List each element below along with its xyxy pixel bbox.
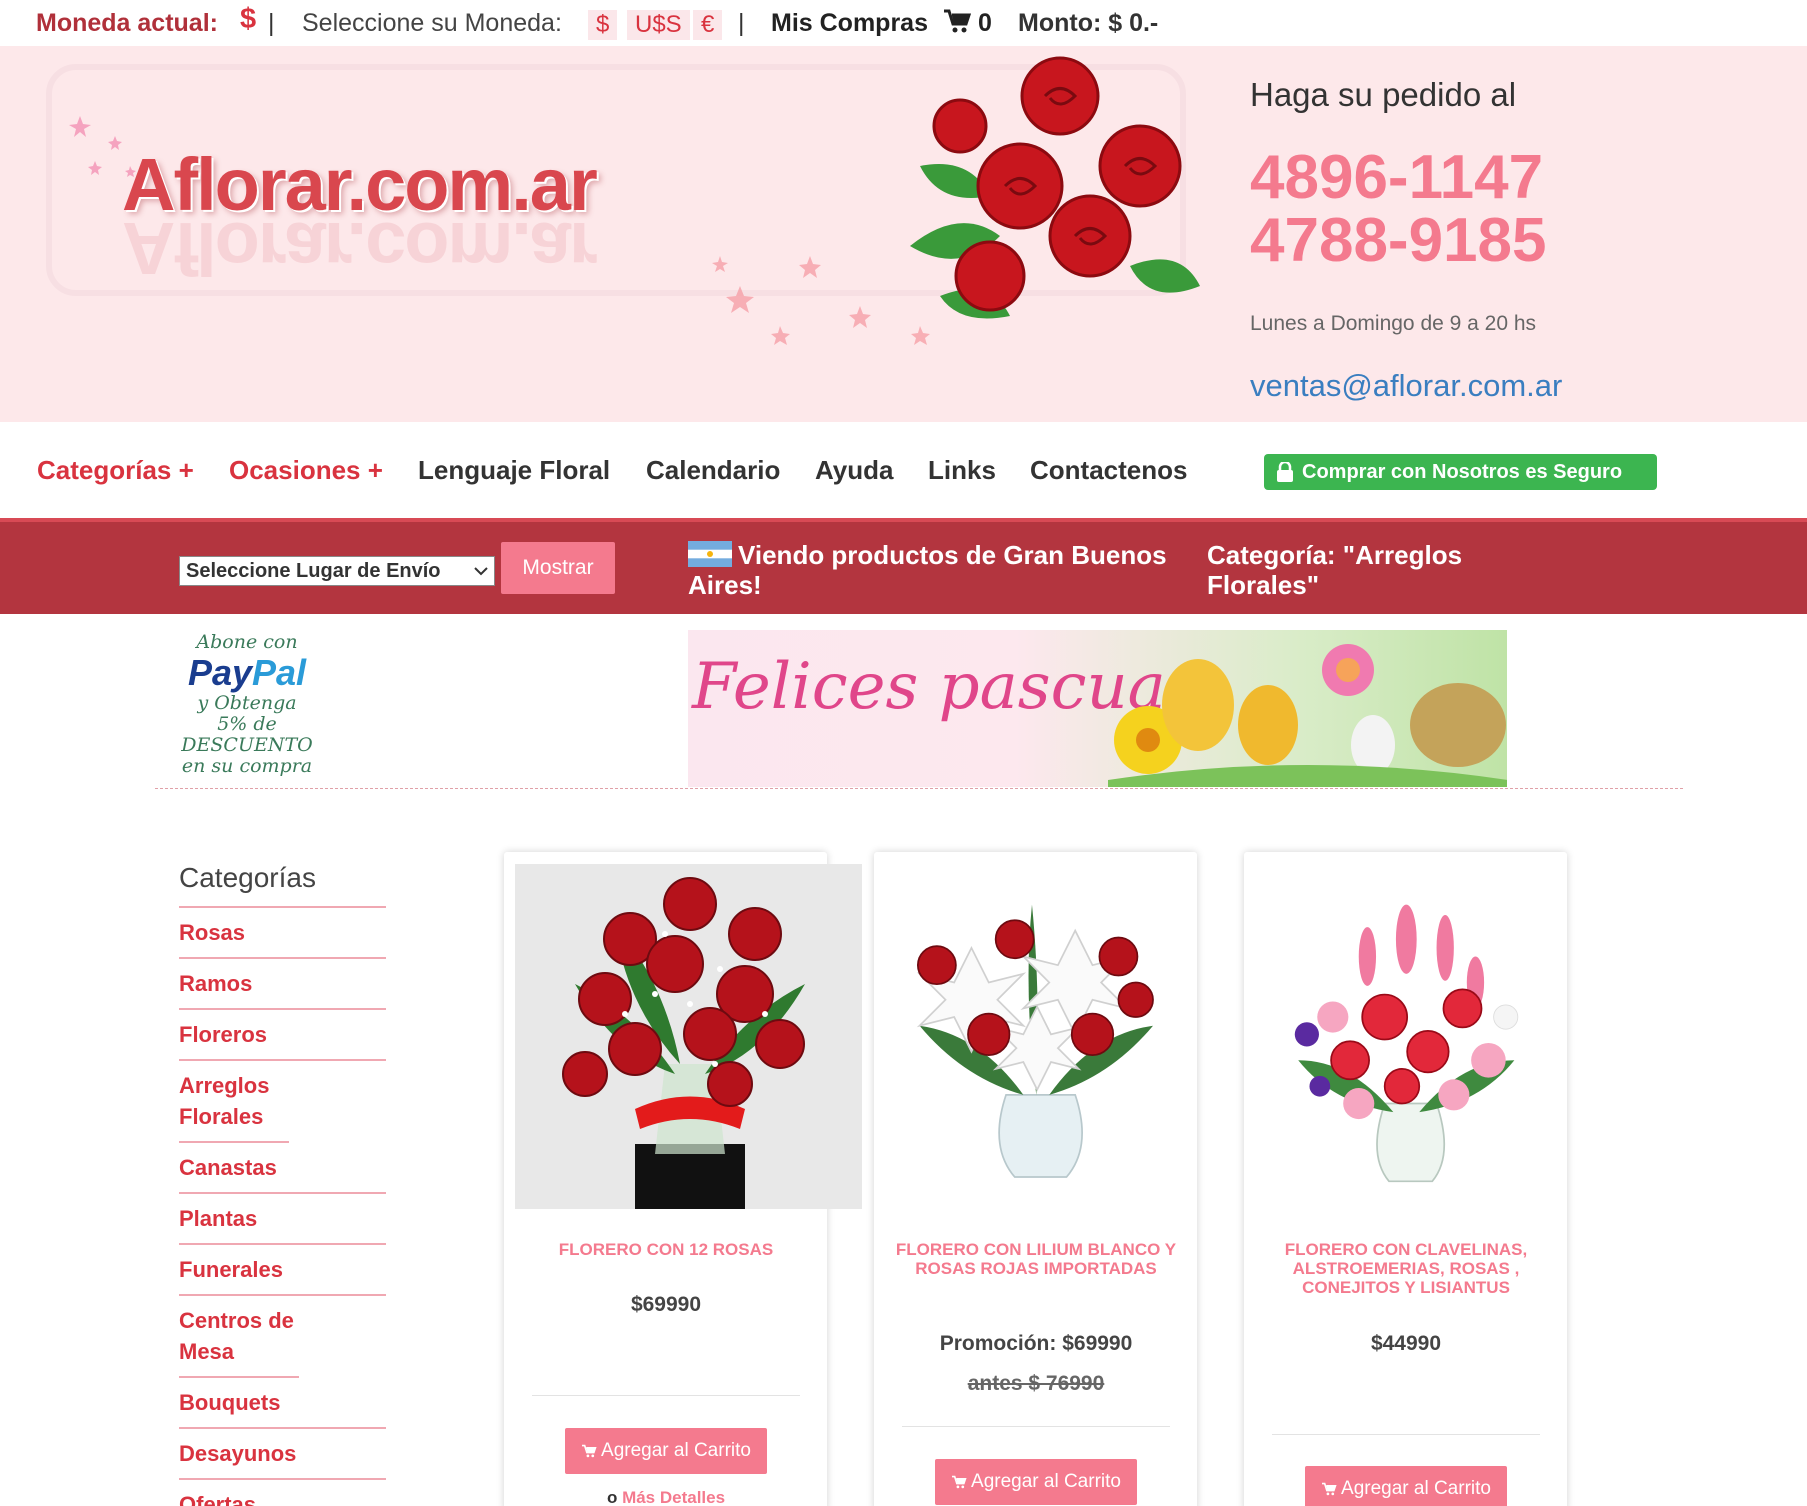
paypal-line-5: en su compra (181, 755, 313, 777)
product-price: $69990 (630, 1293, 702, 1316)
currency-option-euro[interactable]: € (693, 10, 723, 40)
separator: | (268, 9, 275, 37)
main-nav: Categorías + Ocasiones + Lenguaje Floral… (0, 422, 1807, 518)
current-currency-label: Moneda actual: (36, 9, 218, 37)
nav-contactenos[interactable]: Contactenos (1030, 455, 1187, 486)
viewing-region: Viendo productos de Gran Buenos Aires! (688, 540, 1188, 600)
nav-ocasiones[interactable]: Ocasiones + (229, 455, 383, 486)
order-title: Haga su pedido al (1250, 76, 1517, 113)
add-to-cart-label: Agregar al Carrito (1341, 1478, 1491, 1499)
product-image[interactable] (885, 864, 1185, 1209)
sidebar-item-ofertas[interactable]: Ofertas (179, 1480, 386, 1506)
paypal-logo: PayPal (187, 652, 307, 693)
add-to-cart-button[interactable]: Agregar al Carrito (1305, 1466, 1507, 1506)
sidebar-item-desayunos[interactable]: Desayunos (179, 1429, 386, 1480)
easter-banner[interactable]: Felices pascuas (688, 630, 1507, 787)
currency-option-peso[interactable]: $ (588, 10, 618, 40)
sidebar-item-bouquets[interactable]: Bouquets (179, 1378, 386, 1429)
current-currency-value: $ (240, 3, 257, 35)
currency-bar: Moneda actual: $ | Seleccione su Moneda:… (0, 0, 1807, 46)
phone-number-1: 4896-1147 (1250, 143, 1544, 212)
paypal-line-3: 5% de (217, 713, 277, 735)
email-link[interactable]: ventas@aflorar.com.ar (1250, 368, 1562, 404)
add-to-cart-button[interactable]: Agregar al Carrito (935, 1459, 1137, 1505)
product-price: Promoción: $69990 (939, 1332, 1133, 1355)
shipping-location-select[interactable]: Seleccione Lugar de Envío (179, 556, 495, 586)
nav-categorias[interactable]: Categorías + (37, 455, 194, 486)
paypal-line-4: DESCUENTO (181, 734, 313, 756)
add-to-cart-label: Agregar al Carrito (971, 1471, 1121, 1492)
argentina-flag-icon (688, 541, 732, 567)
sidebar-item-canastas[interactable]: Canastas (179, 1143, 386, 1194)
add-to-cart-button[interactable]: Agregar al Carrito (565, 1428, 767, 1474)
paypal-line-2: y Obtenga (197, 692, 297, 714)
current-category: Categoría: "Arreglos Florales" (1207, 540, 1463, 600)
separator: | (738, 9, 745, 37)
cart-total: Monto: $ 0.- (1018, 9, 1159, 37)
sidebar-item-centros-de-mesa[interactable]: Centros de Mesa (179, 1296, 299, 1378)
my-purchases-link[interactable]: Mis Compras (771, 8, 928, 38)
sidebar-item-funerales[interactable]: Funerales (179, 1245, 386, 1296)
cart-icon[interactable] (943, 8, 972, 41)
product-previous-price: antes $ 76990 (967, 1372, 1105, 1395)
logo-reflection: Aflorar.com.ar (122, 207, 596, 290)
more-prefix: o (606, 1488, 618, 1506)
select-currency-label: Seleccione su Moneda: (302, 9, 562, 37)
cart-icon (582, 1444, 597, 1458)
card-divider (902, 1426, 1170, 1427)
easter-decoration (1108, 644, 1507, 787)
more-details: o Más Detalles (516, 1488, 816, 1506)
cart-icon (952, 1475, 967, 1489)
product-card: FLORERO CON LILIUM BLANCO Y ROSAS ROJAS … (874, 852, 1197, 1506)
secure-purchase-button[interactable]: Comprar con Nosotros es Seguro (1264, 454, 1657, 490)
product-name[interactable]: FLORERO CON CLAVELINAS, ALSTROEMERIAS, R… (1256, 1240, 1556, 1297)
shipping-location-value: Seleccione Lugar de Envío (186, 559, 441, 582)
secure-purchase-label: Comprar con Nosotros es Seguro (1302, 460, 1623, 483)
sidebar-item-plantas[interactable]: Plantas (179, 1194, 386, 1245)
nav-calendario[interactable]: Calendario (646, 455, 780, 486)
nav-ayuda[interactable]: Ayuda (815, 455, 894, 486)
product-price: $44990 (1370, 1332, 1442, 1355)
viewing-region-text: Viendo productos de Gran Buenos Aires! (688, 540, 1167, 600)
phone-number-2: 4788-9185 (1250, 206, 1547, 275)
nav-links[interactable]: Links (928, 455, 996, 486)
sidebar-item-arreglos-florales[interactable]: Arreglos Florales (179, 1061, 289, 1143)
location-bar: Seleccione Lugar de Envío Mostrar Viendo… (0, 518, 1807, 614)
product-name[interactable]: FLORERO CON LILIUM BLANCO Y ROSAS ROJAS … (886, 1240, 1186, 1278)
category-sidebar: Categorías Rosas Ramos Floreros Arreglos… (179, 862, 386, 1506)
cart-count: 0 (978, 9, 992, 37)
card-divider (532, 1395, 800, 1396)
lock-icon (1277, 462, 1293, 482)
business-hours: Lunes a Domingo de 9 a 20 hs (1250, 312, 1537, 335)
sidebar-item-ramos[interactable]: Ramos (179, 959, 386, 1010)
sidebar-item-floreros[interactable]: Floreros (179, 1010, 386, 1061)
chevron-down-icon (474, 567, 488, 576)
show-button[interactable]: Mostrar (501, 542, 615, 594)
add-to-cart-label: Agregar al Carrito (601, 1440, 751, 1461)
site-header: Aflorar.com.ar Aflorar.com.ar Haga su pe… (0, 46, 1807, 422)
card-divider (1272, 1434, 1540, 1435)
roses-image (910, 56, 1200, 319)
product-image[interactable] (515, 864, 862, 1209)
paypal-line-1: Abone con (196, 631, 298, 653)
more-details-link[interactable]: Más Detalles (622, 1488, 725, 1506)
sidebar-item-rosas[interactable]: Rosas (179, 908, 386, 959)
nav-lenguaje-floral[interactable]: Lenguaje Floral (418, 455, 610, 486)
product-card: FLORERO CON 12 ROSAS $69990 Agregar al C… (504, 852, 862, 1506)
paypal-promo[interactable]: Abone con PayPal y Obtenga 5% de DESCUEN… (177, 632, 317, 784)
product-name[interactable]: FLORERO CON 12 ROSAS (516, 1240, 816, 1259)
product-card: FLORERO CON CLAVELINAS, ALSTROEMERIAS, R… (1244, 852, 1567, 1506)
product-image[interactable] (1255, 864, 1555, 1209)
currency-option-dollar[interactable]: U$S (627, 10, 690, 40)
cart-icon (1322, 1482, 1337, 1496)
sidebar-title: Categorías (179, 862, 386, 908)
section-divider (155, 788, 1683, 789)
